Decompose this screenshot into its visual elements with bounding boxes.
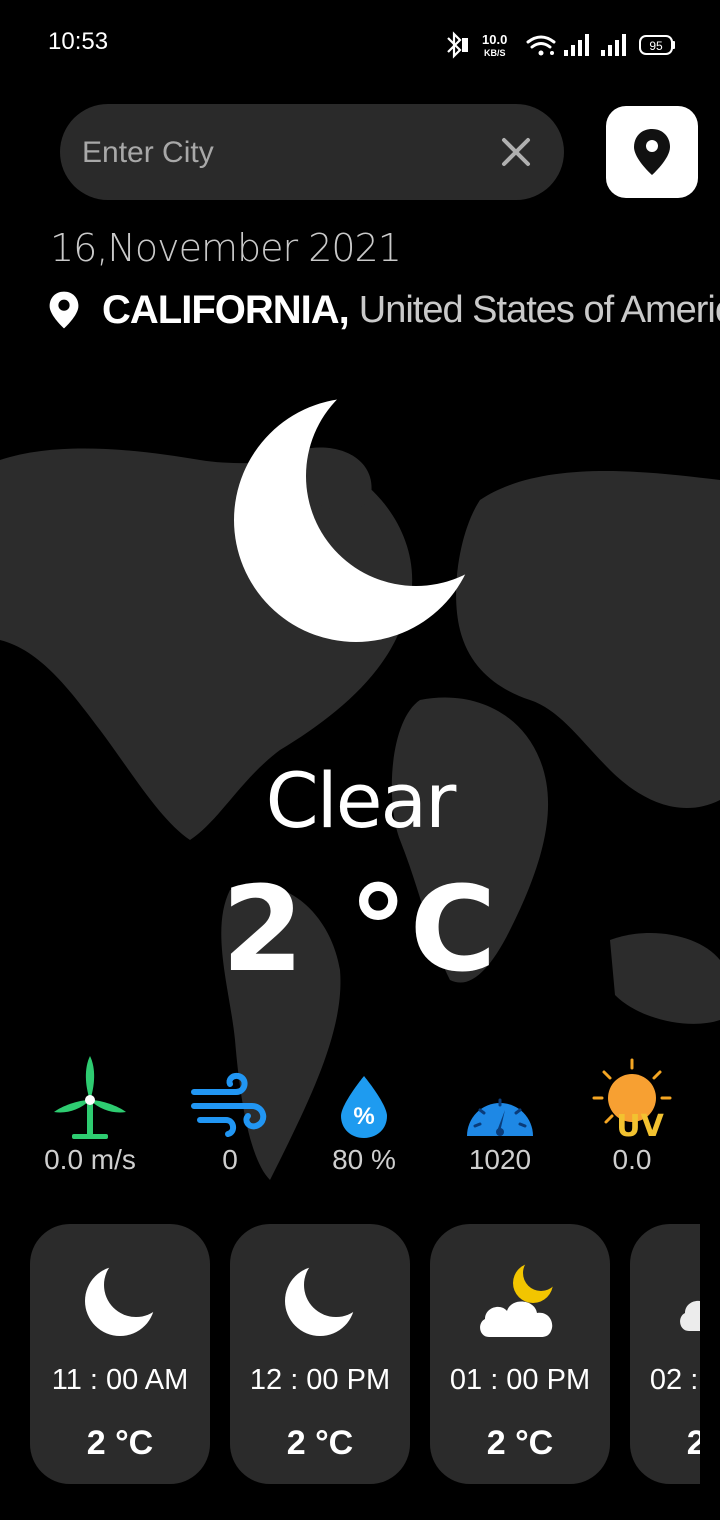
battery-level: 95 [649, 39, 663, 53]
cloud-icon [680, 1300, 700, 1331]
forecast-card[interactable]: 12 : 00 PM 2 °C [230, 1224, 410, 1484]
svg-text:%: % [353, 1103, 374, 1130]
city-search-input[interactable] [80, 128, 494, 178]
hourly-forecast-list[interactable]: 11 : 00 AM 2 °C 12 : 00 PM 2 °C 01 : 00 … [30, 1224, 700, 1484]
location-row: CALIFORNIA, United States of America [48, 286, 720, 334]
forecast-time: 12 : 00 PM [249, 1364, 391, 1396]
status-time: 10:53 [48, 28, 109, 55]
wind-stat: 0 [160, 1052, 300, 1176]
uv-stat: UV 0.0 [562, 1052, 702, 1176]
svg-text:UV: UV [616, 1109, 664, 1140]
search-bar [60, 104, 564, 200]
current-temperature: 2 °C [221, 860, 499, 998]
wifi-icon [526, 35, 556, 56]
network-speed-unit: KB/S [484, 48, 506, 58]
forecast-card[interactable]: 02 : 00 PM 2 °C [630, 1224, 700, 1484]
uv-value: 0.0 [612, 1144, 652, 1175]
location-pin-icon [49, 291, 79, 329]
uv-sun-icon: UV [592, 1058, 672, 1140]
humidity-stat: % 80 % [294, 1052, 434, 1176]
battery-icon: 95 [639, 35, 675, 55]
forecast-time: 11 : 00 AM [51, 1364, 189, 1396]
pressure-gauge-icon [467, 1098, 533, 1136]
current-location-button[interactable] [606, 106, 698, 198]
clear-icon[interactable] [498, 134, 534, 170]
humidity-icon: % [341, 1076, 387, 1138]
country-name: United States of America [358, 288, 720, 331]
pressure-stat: 1020 [430, 1052, 570, 1176]
location-pin-icon [634, 129, 670, 175]
wind-speed-stat: 0.0 m/s [20, 1052, 160, 1176]
city-name: CALIFORNIA, [102, 287, 350, 332]
forecast-temp: 2 °C [286, 1424, 354, 1462]
forecast-card[interactable]: 01 : 00 PM 2 °C [430, 1224, 610, 1484]
forecast-time: 02 : 00 PM [649, 1364, 700, 1396]
wind-speed-value: 0.0 m/s [44, 1144, 136, 1175]
wind-icon [191, 1072, 267, 1137]
date-text: 16,November 2021 [50, 226, 402, 270]
forecast-temp: 2 °C [486, 1424, 554, 1462]
signal-icon [564, 34, 589, 56]
bluetooth-icon [447, 31, 468, 59]
weather-condition: Clear [265, 756, 457, 845]
network-speed-text: 10.0 [482, 32, 507, 47]
cloud-moon-icon [480, 1263, 553, 1337]
moon-icon [234, 398, 478, 642]
wind-value: 0 [222, 1144, 238, 1175]
pressure-value: 1020 [468, 1144, 532, 1175]
status-icons: 10.0 KB/S 95 [444, 30, 676, 60]
forecast-temp: 2 °C [86, 1424, 154, 1462]
wind-turbine-icon [54, 1056, 126, 1139]
moon-icon [85, 1266, 155, 1336]
forecast-time: 01 : 00 PM [449, 1364, 591, 1396]
signal-icon-2 [601, 34, 626, 56]
humidity-value: 80 % [332, 1144, 396, 1175]
forecast-temp: 2 °C [686, 1424, 700, 1462]
moon-icon [285, 1266, 355, 1336]
forecast-card[interactable]: 11 : 00 AM 2 °C [30, 1224, 210, 1484]
